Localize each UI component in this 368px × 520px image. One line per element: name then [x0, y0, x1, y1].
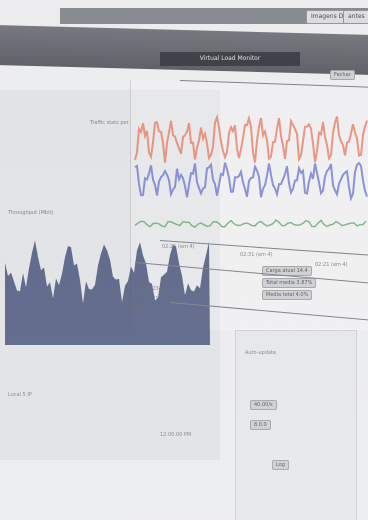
lower-item: Auto-update [245, 350, 277, 356]
legend-line-2: Total media 3.87% [262, 278, 317, 288]
readout-1: 02:03:10.0234 [125, 286, 162, 292]
lower-value-2: 8.0.0 [250, 420, 271, 430]
stage: Imagens D antes Virtual Load Monitor Fec… [0, 0, 368, 520]
footer-left: Local 5 IP [8, 392, 32, 398]
log-button[interactable]: Log [272, 460, 289, 470]
time-label-b: 02:31 (em 4) [240, 252, 273, 258]
blue-chart-label: Throughput (Mbit) [8, 210, 54, 216]
blue-series [134, 161, 368, 202]
lower-value-1: 40.00/s [250, 400, 277, 410]
footer-mid: 12.00.00 PM [160, 432, 192, 438]
readout-2: 10:03:33.0212 [125, 296, 162, 302]
blue-area-series [5, 240, 210, 345]
legend-line-3: Media total 4.0% [262, 290, 313, 300]
green-series [134, 219, 367, 229]
red-series [134, 113, 368, 163]
time-label-c: 02:21 (em 4) [315, 262, 348, 268]
readout-3: N02 1 Protocol 1 [125, 306, 167, 312]
traffic-chart [5, 113, 368, 345]
time-label-a: 02:21 (em 4) [162, 244, 195, 250]
